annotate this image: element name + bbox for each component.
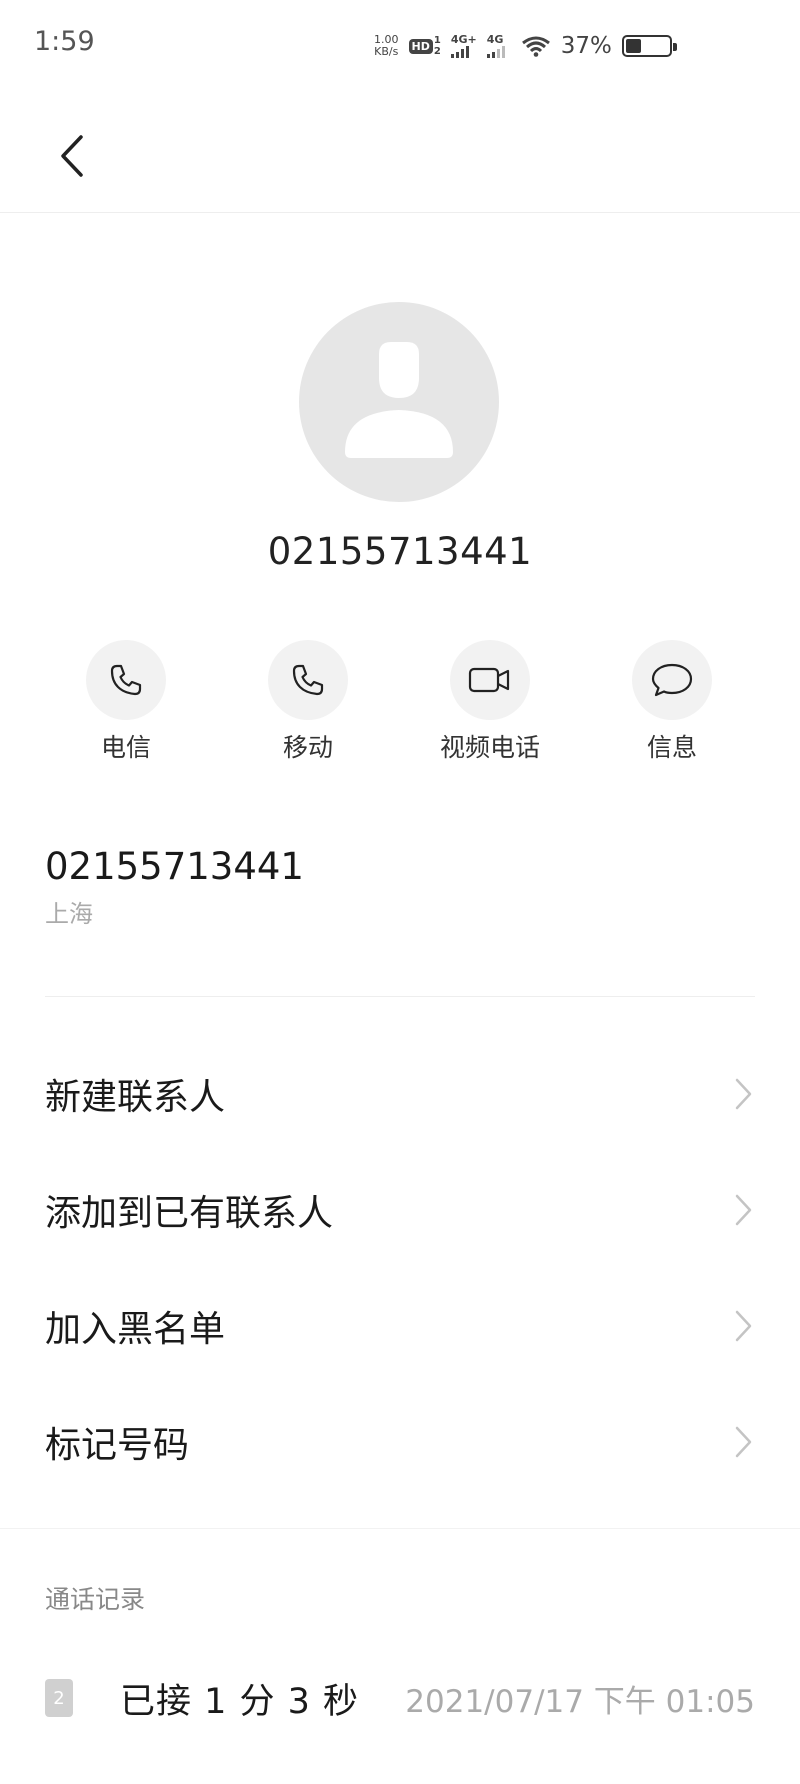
video-call-label: 视频电话 bbox=[439, 733, 540, 762]
number-location: 上海 bbox=[45, 900, 93, 928]
person-placeholder-icon bbox=[345, 342, 453, 458]
call-log-status: 已接 1 分 3 秒 bbox=[120, 1681, 360, 1722]
action-circle bbox=[632, 640, 712, 720]
action-circle bbox=[268, 640, 348, 720]
menu-item-label: 添加到已有联系人 bbox=[45, 1193, 334, 1234]
signal-icon-sim1: 4G+ bbox=[450, 33, 477, 58]
status-time: 1:59 bbox=[34, 26, 95, 57]
signal-type-sim1: 4G+ bbox=[450, 33, 477, 46]
call-sim2-label: 移动 bbox=[282, 733, 333, 762]
phone-number[interactable]: 02155713441 bbox=[45, 845, 304, 888]
menu-item-label: 新建联系人 bbox=[45, 1077, 226, 1118]
menu-item-label: 加入黑名单 bbox=[45, 1309, 226, 1350]
battery-percent: 37% bbox=[560, 33, 612, 59]
menu-add-to-blacklist[interactable]: 加入黑名单 bbox=[0, 1268, 800, 1384]
hd-sim-bottom: 2 bbox=[433, 46, 441, 57]
menu-mark-number[interactable]: 标记号码 bbox=[0, 1384, 800, 1500]
back-arrow-icon bbox=[61, 135, 83, 177]
call-sim1-label: 电信 bbox=[100, 733, 151, 762]
video-camera-icon bbox=[468, 667, 510, 693]
action-circle bbox=[450, 640, 530, 720]
signal-type-sim2: 4G bbox=[486, 33, 504, 46]
back-button[interactable] bbox=[50, 128, 94, 184]
sim-card-icon: 2 bbox=[45, 1679, 73, 1717]
menu-add-to-existing-contact[interactable]: 添加到已有联系人 bbox=[0, 1152, 800, 1268]
message-button[interactable]: 信息 bbox=[582, 640, 762, 764]
header-divider bbox=[0, 212, 800, 213]
call-sim1-button[interactable]: 电信 bbox=[36, 640, 216, 764]
action-circle bbox=[86, 640, 166, 720]
avatar bbox=[299, 302, 499, 502]
hd-label: HD bbox=[408, 38, 433, 54]
hd-sim-top: 1 bbox=[433, 35, 441, 46]
status-icons: 1.00 KB/s HD 1 2 4G+ 4G 37% bbox=[374, 28, 677, 64]
wifi-icon bbox=[521, 35, 551, 57]
info-divider bbox=[45, 996, 755, 997]
section-divider bbox=[0, 1528, 800, 1529]
chevron-right-icon bbox=[731, 1308, 755, 1344]
battery-level-fill bbox=[625, 39, 642, 53]
chevron-right-icon bbox=[731, 1076, 755, 1112]
message-bubble-icon bbox=[651, 663, 693, 697]
menu-item-label: 标记号码 bbox=[45, 1425, 190, 1466]
call-sim2-button[interactable]: 移动 bbox=[218, 640, 398, 764]
call-log-entry[interactable]: 2 已接 1 分 3 秒 2021/07/17 下午 01:05 bbox=[45, 1668, 755, 1728]
phone-icon bbox=[292, 664, 324, 696]
battery-icon bbox=[621, 35, 677, 57]
network-speed: 1.00 KB/s bbox=[374, 34, 399, 58]
menu-new-contact[interactable]: 新建联系人 bbox=[0, 1036, 800, 1152]
chevron-right-icon bbox=[731, 1424, 755, 1460]
call-log-header: 通话记录 bbox=[45, 1585, 146, 1614]
signal-icon-sim2: 4G bbox=[486, 33, 505, 58]
network-speed-unit: KB/s bbox=[374, 45, 399, 58]
contact-number-title: 02155713441 bbox=[267, 530, 533, 573]
call-log-time: 2021/07/17 下午 01:05 bbox=[405, 1683, 755, 1720]
phone-icon bbox=[110, 664, 142, 696]
video-call-button[interactable]: 视频电话 bbox=[400, 640, 580, 764]
chevron-right-icon bbox=[731, 1192, 755, 1228]
hd-voice-icon: HD 1 2 bbox=[408, 35, 441, 57]
message-label: 信息 bbox=[646, 733, 697, 762]
